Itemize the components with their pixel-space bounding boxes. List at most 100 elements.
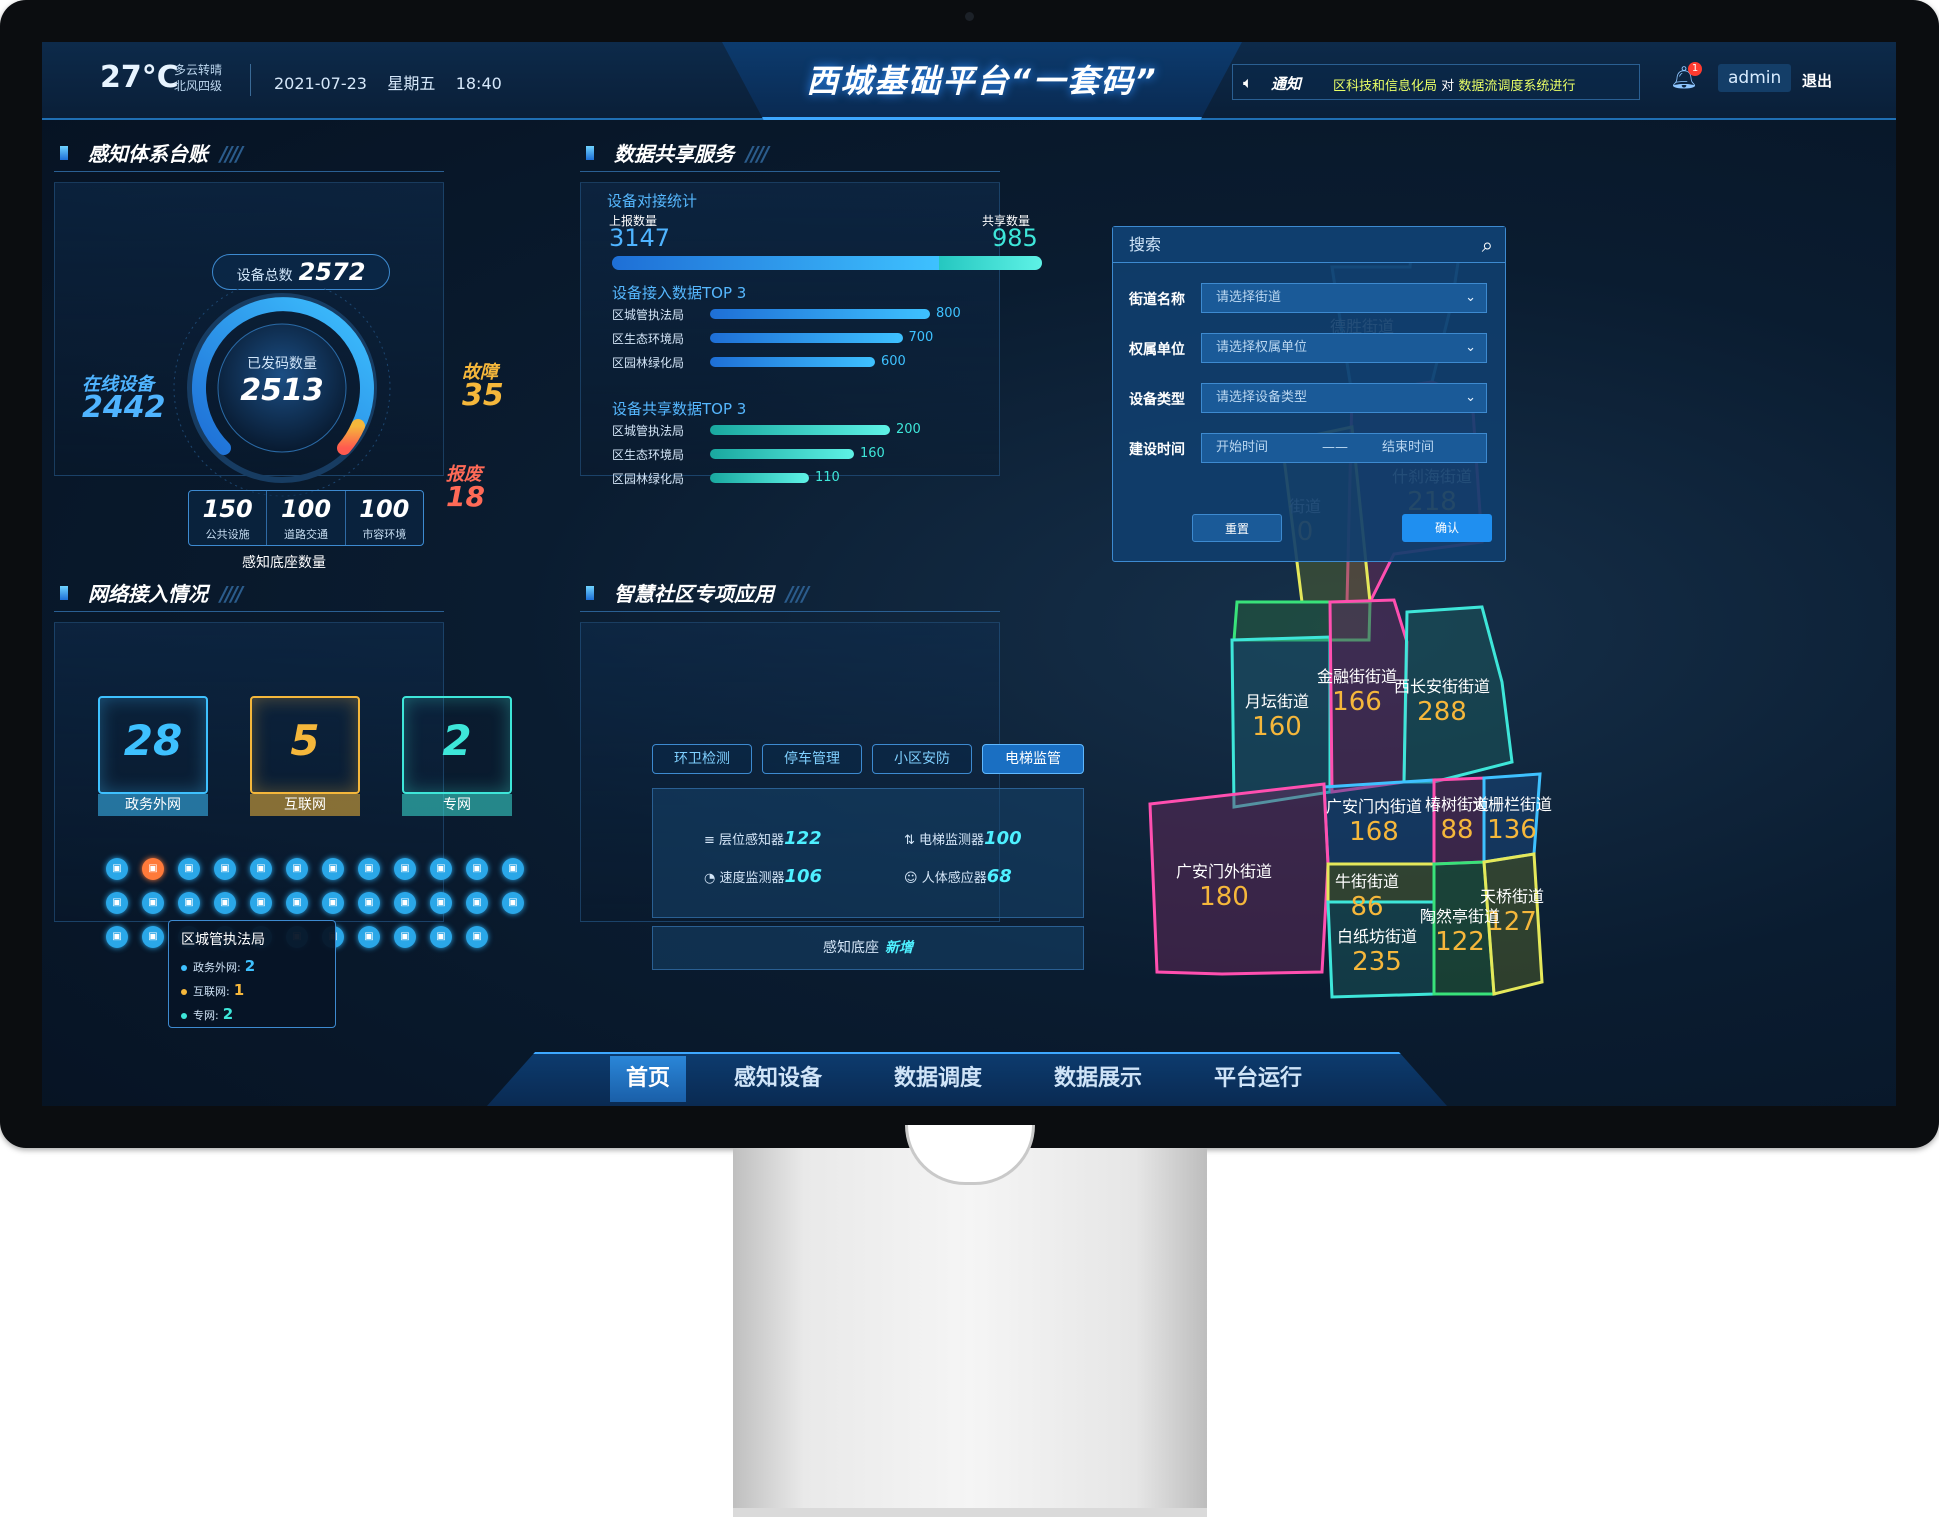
department-node-icon[interactable]: ▣: [358, 926, 380, 948]
tab-elevator[interactable]: 电梯监管: [982, 744, 1084, 774]
stat-label: 人体感应器: [921, 871, 987, 886]
search-icon[interactable]: ⌕: [1482, 227, 1493, 263]
department-node-icon[interactable]: ▣: [106, 858, 128, 880]
end-date-placeholder[interactable]: 结束时间: [1382, 434, 1434, 462]
tab-sanitation[interactable]: 环卫检测: [652, 744, 752, 774]
search-panel: 搜索 ⌕ 街道名称 请选择街道 ⌄ 权属单位 请选择权属单位 ⌄ 设备类型 请选择设备类型 ⌄…: [1112, 226, 1506, 562]
department-node-icon[interactable]: ▣: [142, 892, 164, 914]
department-node-icon[interactable]: ▣: [178, 858, 200, 880]
department-node-icon[interactable]: ▣: [214, 892, 236, 914]
tab-security[interactable]: 小区安防: [872, 744, 972, 774]
logout-button[interactable]: 退出: [1802, 70, 1832, 91]
page-title: 西城基础平台“一套码”: [806, 62, 1158, 100]
perception-footer: 感知底座数量: [242, 555, 326, 571]
start-date-placeholder[interactable]: 开始时间: [1216, 440, 1268, 455]
department-node-icon[interactable]: ▣: [466, 858, 488, 880]
department-node-icon[interactable]: ▣: [322, 858, 344, 880]
top-row-bar: [710, 309, 930, 319]
device-total-value: 2572: [298, 258, 366, 286]
time-field: 建设时间 开始时间 —— 结束时间: [1129, 433, 1489, 463]
top-row-name: 区园林绿化局: [612, 356, 685, 370]
network-box[interactable]: 5: [250, 696, 360, 794]
notice-ticker[interactable]: 🔈︎ 通知 区科技和信息化局 对 数据流调度系统进行: [1232, 64, 1640, 100]
chevron-down-icon: ⌄: [1465, 390, 1476, 405]
nav-operation[interactable]: 平台运行: [1214, 1060, 1302, 1092]
tooltip-item-label: 政务外网:: [193, 961, 241, 974]
time-label: 建设时间: [1129, 442, 1185, 458]
network-box[interactable]: 2: [402, 696, 512, 794]
nav-home[interactable]: 首页: [610, 1056, 687, 1102]
street-select[interactable]: 请选择街道 ⌄: [1201, 283, 1487, 313]
nav-dispatch[interactable]: 数据调度: [894, 1060, 982, 1092]
elevator-stats-box: [652, 788, 1084, 918]
street-count-label: 235: [1352, 947, 1402, 977]
department-node-icon[interactable]: ▣: [358, 858, 380, 880]
department-node-icon[interactable]: ▣: [106, 926, 128, 948]
top-row-value: 600: [881, 354, 906, 369]
confirm-button[interactable]: 确认: [1402, 514, 1492, 542]
department-node-icon[interactable]: ▣: [466, 926, 488, 948]
legend-dot: [181, 989, 187, 995]
panel-title-network: 网络接入情况 ////: [54, 578, 444, 612]
date-range-input[interactable]: 开始时间 —— 结束时间: [1201, 433, 1487, 463]
department-node-icon[interactable]: ▣: [214, 858, 236, 880]
owner-label: 权属单位: [1129, 342, 1185, 358]
stat-value: 122: [784, 828, 822, 849]
street-name-label: 陶然亭街道: [1420, 907, 1500, 926]
department-node-icon[interactable]: ▣: [142, 858, 164, 880]
department-node-icon[interactable]: ▣: [502, 892, 524, 914]
top-row-bar: [710, 425, 890, 435]
top-row-name: 区园林绿化局: [612, 472, 685, 486]
date: 2021-07-23: [274, 74, 367, 93]
tab-parking[interactable]: 停车管理: [762, 744, 862, 774]
department-node-icon[interactable]: ▣: [502, 858, 524, 880]
search-input[interactable]: 搜索 ⌕: [1113, 227, 1505, 263]
department-node-icon[interactable]: ▣: [466, 892, 488, 914]
department-node-icon[interactable]: ▣: [250, 892, 272, 914]
speed-icon: ◔: [704, 871, 716, 886]
stat-speed-monitor: ◔ 速度监测器106: [704, 866, 822, 887]
temperature: 27°C: [100, 60, 179, 95]
notice-label: 通知: [1271, 75, 1302, 93]
department-node-icon[interactable]: ▣: [178, 892, 200, 914]
department-node-icon[interactable]: ▣: [322, 892, 344, 914]
breakdown-traffic: 100 道路交通: [267, 491, 346, 545]
department-node-icon[interactable]: ▣: [142, 926, 164, 948]
department-node-icon[interactable]: ▣: [358, 892, 380, 914]
nav-devices[interactable]: 感知设备: [734, 1060, 822, 1092]
legend-dot: [181, 965, 187, 971]
department-node-icon[interactable]: ▣: [286, 858, 308, 880]
top-row: 区城管执法局 200: [612, 420, 932, 440]
nav-display[interactable]: 数据展示: [1054, 1060, 1142, 1092]
weather-condition: 多云转晴: [174, 63, 223, 77]
owner-select[interactable]: 请选择权属单位 ⌄: [1201, 333, 1487, 363]
department-node-icon[interactable]: ▣: [430, 892, 452, 914]
street-name-label: 西长安街街道: [1394, 677, 1490, 696]
notice-text: 区科技和信息化局 对 数据流调度系统进行: [1333, 75, 1575, 94]
department-node-icon[interactable]: ▣: [430, 926, 452, 948]
reset-button[interactable]: 重置: [1192, 514, 1282, 542]
street-name-label: 月坛街道: [1245, 692, 1309, 711]
datetime: 2021-07-23 星期五 18:40: [274, 70, 502, 94]
notice-mid: 对: [1441, 79, 1455, 94]
department-node-icon[interactable]: ▣: [394, 858, 416, 880]
coded-label: 已发码数量: [247, 356, 317, 372]
top-row: 区生态环境局 700: [612, 328, 933, 348]
department-node-icon[interactable]: ▣: [394, 892, 416, 914]
breakdown-public: 150 公共设施: [189, 491, 268, 545]
department-node-icon[interactable]: ▣: [430, 858, 452, 880]
street-count-label: 88: [1440, 815, 1473, 845]
breakdown-label: 公共设施: [205, 528, 250, 541]
top-row-name: 区生态环境局: [612, 448, 685, 462]
owner-field: 权属单位 请选择权属单位 ⌄: [1129, 333, 1489, 363]
network-box[interactable]: 28: [98, 696, 208, 794]
user-name[interactable]: admin: [1718, 64, 1792, 92]
type-select[interactable]: 请选择设备类型 ⌄: [1201, 383, 1487, 413]
camera-dot: [965, 12, 974, 21]
department-node-icon[interactable]: ▣: [286, 892, 308, 914]
department-node-icon[interactable]: ▣: [394, 926, 416, 948]
breakdown-value: 100: [359, 495, 410, 523]
department-node-icon[interactable]: ▣: [250, 858, 272, 880]
top-row-name: 区城管执法局: [612, 424, 685, 438]
department-node-icon[interactable]: ▣: [106, 892, 128, 914]
